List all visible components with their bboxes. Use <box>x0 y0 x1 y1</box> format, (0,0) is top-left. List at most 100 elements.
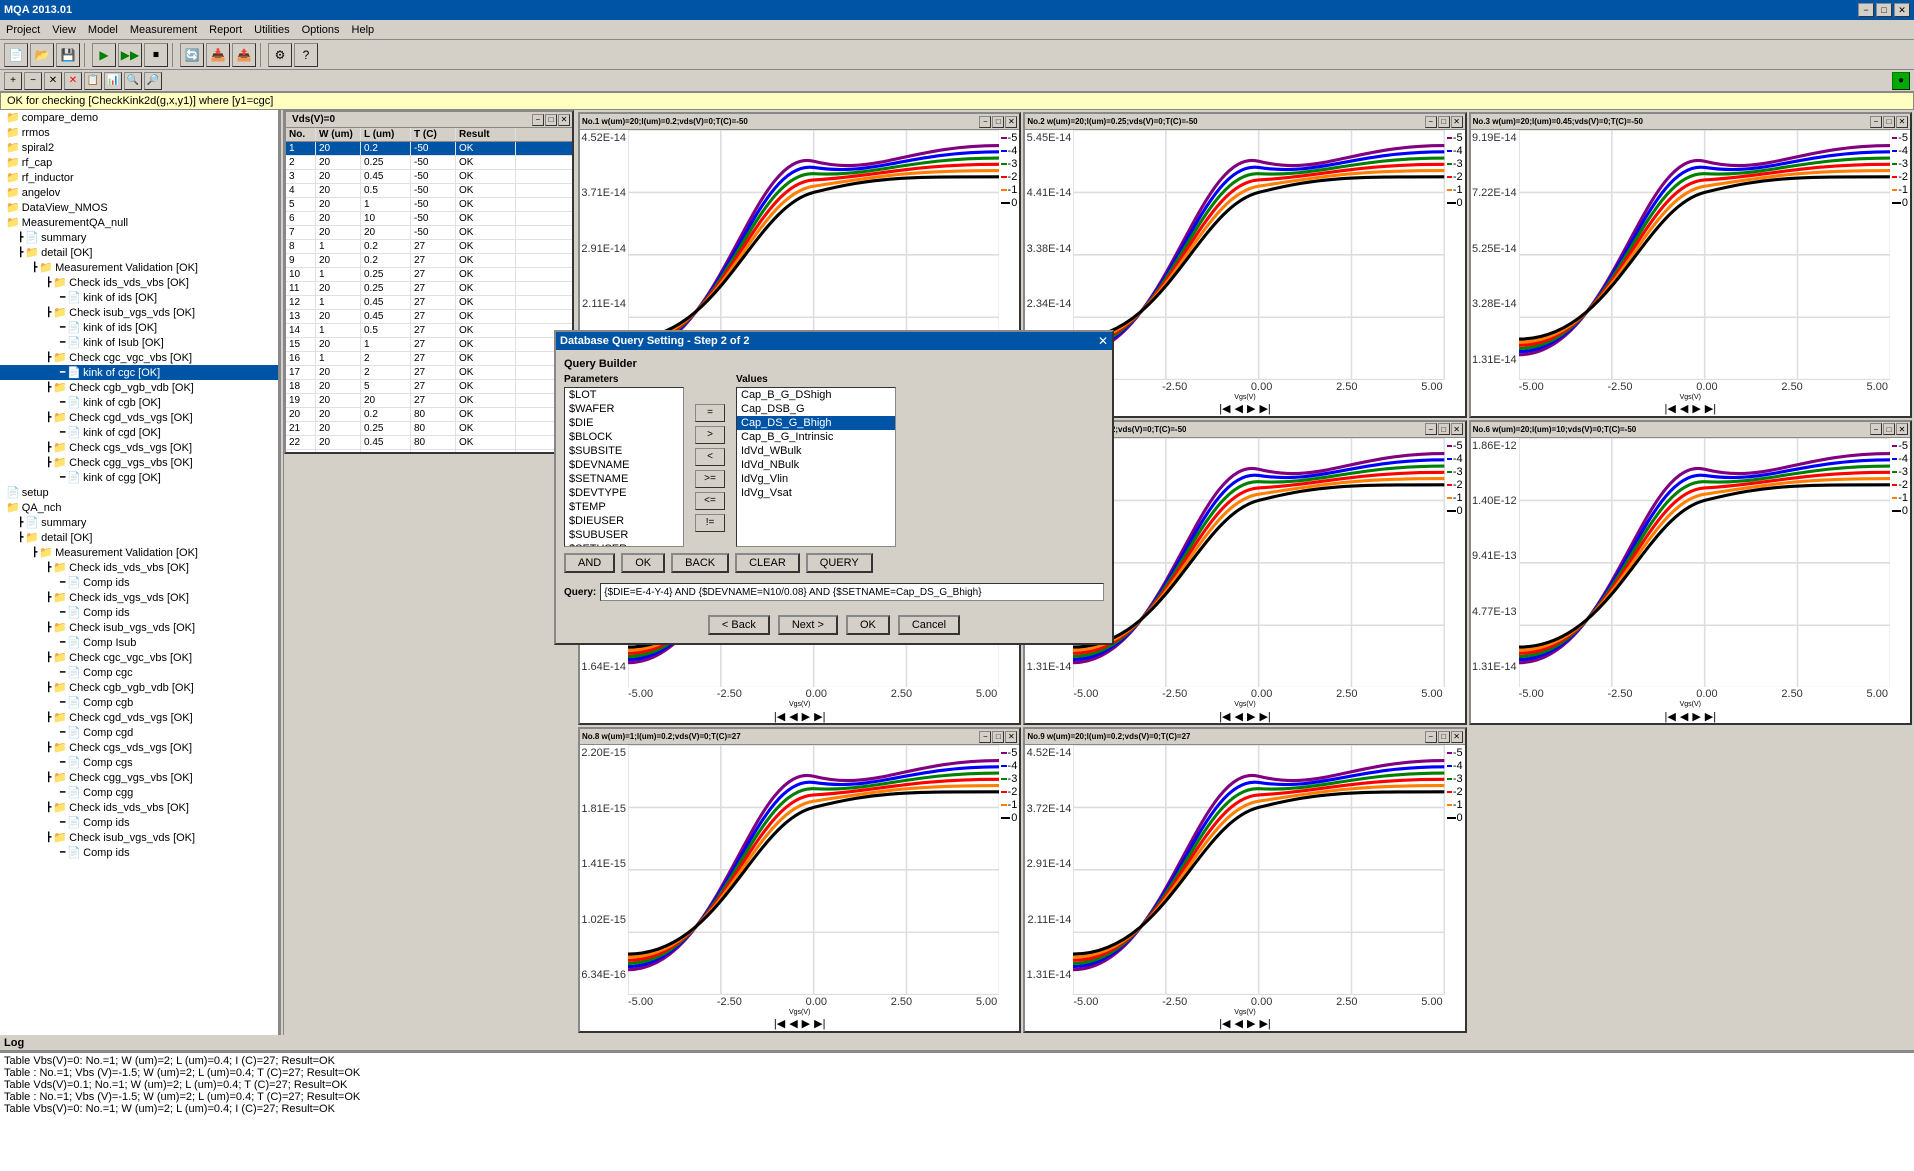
chart-min[interactable]: − <box>979 731 991 743</box>
table-row[interactable]: 23200.580OK <box>286 450 572 452</box>
value-item[interactable]: IdVd_NBulk <box>737 458 895 472</box>
tree-item[interactable]: ━📄kink of cgc [OK] <box>0 365 278 380</box>
table-row[interactable]: 21200.2580OK <box>286 422 572 436</box>
chart-max[interactable]: □ <box>992 731 1004 743</box>
remove-button[interactable]: − <box>24 72 42 90</box>
tree-item[interactable]: ┣📁Check cgs_vds_vgs [OK] <box>0 740 278 755</box>
tree-item[interactable]: 📁DataView_NMOS <box>0 200 278 215</box>
table-row[interactable]: 1820527OK <box>286 380 572 394</box>
tree-item[interactable]: ┣📁Check ids_vds_vbs [OK] <box>0 560 278 575</box>
zoom-button[interactable]: 🔎 <box>144 72 162 90</box>
open-button[interactable]: 📂 <box>30 43 54 67</box>
param-item[interactable]: $SETNAME <box>565 472 683 486</box>
params-listbox[interactable]: $LOT$WAFER$DIE$BLOCK$SUBSITE$DEVNAME$SET… <box>564 387 684 547</box>
chart-plot-area[interactable] <box>1073 130 1444 380</box>
param-item[interactable]: $DEVNAME <box>565 458 683 472</box>
back-button[interactable]: BACK <box>671 553 729 573</box>
ok-button[interactable]: OK <box>621 553 665 573</box>
table-row[interactable]: 20200.280OK <box>286 408 572 422</box>
tree-item[interactable]: ━📄Comp cgd <box>0 725 278 740</box>
tree-item[interactable]: ┣📁Check isub_vgs_vds [OK] <box>0 620 278 635</box>
tree-item[interactable]: ┣📁Check ids_vds_vbs [OK] <box>0 275 278 290</box>
table-row[interactable]: 19202027OK <box>286 394 572 408</box>
data-table-body[interactable]: 1200.2-50OK2200.25-50OK3200.45-50OK4200.… <box>286 142 572 452</box>
chart-button[interactable]: 📊 <box>104 72 122 90</box>
chart-close[interactable]: ✕ <box>1451 423 1463 435</box>
tree-item[interactable]: ━📄Comp cgg <box>0 785 278 800</box>
save-button[interactable]: 💾 <box>56 43 80 67</box>
tree-item[interactable]: ┣📁Check cgb_vgb_vdb [OK] <box>0 680 278 695</box>
table-row[interactable]: 4200.5-50OK <box>286 184 572 198</box>
table-row[interactable]: 161227OK <box>286 352 572 366</box>
settings-button[interactable]: ⚙ <box>268 43 292 67</box>
table-row[interactable]: 72020-50OK <box>286 226 572 240</box>
chart-min[interactable]: − <box>1425 731 1437 743</box>
param-item[interactable]: $DEVTYPE <box>565 486 683 500</box>
tree-item[interactable]: ━📄Comp ids <box>0 815 278 830</box>
tree-item[interactable]: ┣📁Check cgd_vds_vgs [OK] <box>0 410 278 425</box>
table-row[interactable]: 9200.227OK <box>286 254 572 268</box>
nav-next[interactable]: ▶ <box>1692 710 1700 723</box>
new-button[interactable]: 📄 <box>4 43 28 67</box>
chart-plot-area[interactable] <box>1073 745 1444 995</box>
dt-maximize[interactable]: □ <box>545 114 557 126</box>
value-item[interactable]: IdVd_WBulk <box>737 444 895 458</box>
table-row[interactable]: 5201-50OK <box>286 198 572 212</box>
nav-last[interactable]: ▶| <box>1705 402 1716 415</box>
tree-item[interactable]: 📁spiral2 <box>0 140 278 155</box>
tree-item[interactable]: ┣📁Check isub_vgs_vds [OK] <box>0 830 278 845</box>
tree-item[interactable]: ┣📁Check cgg_vgs_vbs [OK] <box>0 770 278 785</box>
query-button[interactable]: QUERY <box>806 553 873 573</box>
tree-item[interactable]: 📁compare_demo <box>0 110 278 125</box>
tree-item[interactable]: ┣📄summary <box>0 515 278 530</box>
value-item[interactable]: Cap_B_G_Intrinsic <box>737 430 895 444</box>
tree-item[interactable]: ┣📁Measurement Validation [OK] <box>0 260 278 275</box>
chart-max[interactable]: □ <box>992 116 1004 128</box>
nav-prev[interactable]: ◀ <box>1235 402 1243 415</box>
op-gt[interactable]: > <box>695 426 725 444</box>
nav-last[interactable]: ▶| <box>1259 402 1270 415</box>
chart-close[interactable]: ✕ <box>1896 423 1908 435</box>
tree-item[interactable]: ┣📄summary <box>0 230 278 245</box>
param-item[interactable]: $WAFER <box>565 402 683 416</box>
tree-item[interactable]: ━📄kink of Isub [OK] <box>0 335 278 350</box>
close-button[interactable]: ✕ <box>1894 3 1910 17</box>
export-button[interactable]: 📤 <box>232 43 256 67</box>
nav-first[interactable]: |◀ <box>1219 710 1230 723</box>
table-row[interactable]: 1520127OK <box>286 338 572 352</box>
dt-minimize[interactable]: − <box>532 114 544 126</box>
table-row[interactable]: 62010-50OK <box>286 212 572 226</box>
chart-max[interactable]: □ <box>1883 116 1895 128</box>
op-gte[interactable]: >= <box>695 470 725 488</box>
menu-item-model[interactable]: Model <box>82 22 124 38</box>
query-input[interactable] <box>600 583 1104 601</box>
value-item[interactable]: IdVg_Vsat <box>737 486 895 500</box>
nav-last[interactable]: ▶| <box>1259 1017 1270 1030</box>
tree-item[interactable]: ━📄Comp cgs <box>0 755 278 770</box>
chart-plot-area[interactable] <box>1519 130 1890 380</box>
param-item[interactable]: $SUBUSER <box>565 528 683 542</box>
tree-item[interactable]: ━📄Comp ids <box>0 575 278 590</box>
op-neq[interactable]: != <box>695 514 725 532</box>
nav-next[interactable]: ▶ <box>1247 1017 1255 1030</box>
minimize-button[interactable]: − <box>1858 3 1874 17</box>
values-listbox[interactable]: Cap_B_G_DShighCap_DSB_GCap_DS_G_BhighCap… <box>736 387 896 547</box>
chart-plot-area[interactable] <box>1519 438 1890 688</box>
menu-item-options[interactable]: Options <box>296 22 346 38</box>
tree-item[interactable]: ┣📁detail [OK] <box>0 245 278 260</box>
tree-item[interactable]: ━📄Comp Isub <box>0 635 278 650</box>
nav-next[interactable]: ▶ <box>1692 402 1700 415</box>
tree-item[interactable]: 📄setup <box>0 485 278 500</box>
tree-item[interactable]: 📁angelov <box>0 185 278 200</box>
nav-prev[interactable]: ◀ <box>789 710 797 723</box>
green-button[interactable]: ● <box>1892 72 1910 90</box>
tree-item[interactable]: ┣📁Check cgs_vds_vgs [OK] <box>0 440 278 455</box>
table-row[interactable]: 1210.4527OK <box>286 296 572 310</box>
tree-item[interactable]: ━📄kink of cgd [OK] <box>0 425 278 440</box>
reload-button[interactable]: 🔄 <box>180 43 204 67</box>
table-row[interactable]: 1200.2-50OK <box>286 142 572 156</box>
tree-item[interactable]: ┣📁Check cgc_vgc_vbs [OK] <box>0 650 278 665</box>
tree-item[interactable]: 📁rrmos <box>0 125 278 140</box>
table-row[interactable]: 1010.2527OK <box>286 268 572 282</box>
and-button[interactable]: AND <box>564 553 615 573</box>
